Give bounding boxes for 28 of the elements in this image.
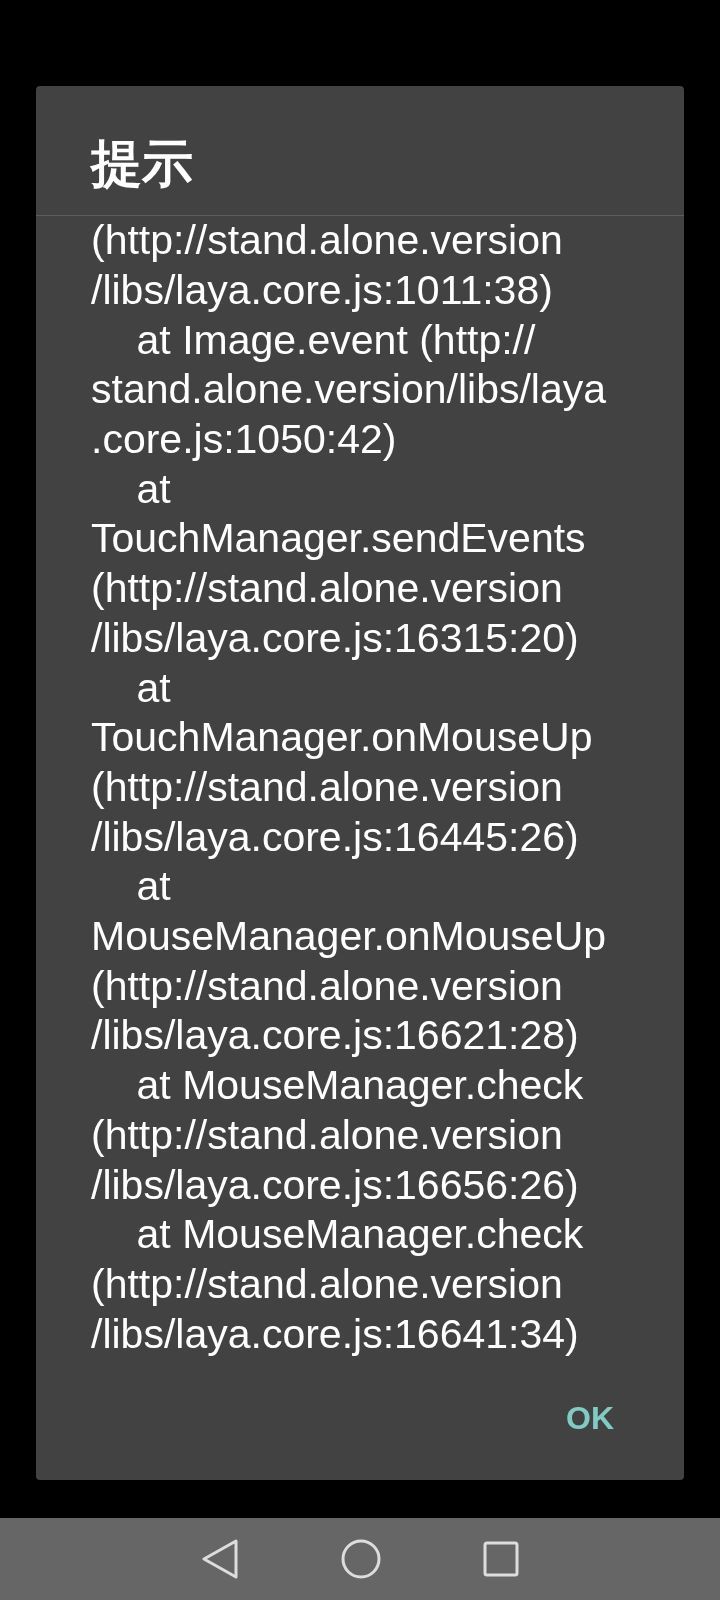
message-line: /libs/laya.core.js:16445:26) (91, 812, 579, 862)
message-line: at (135, 862, 171, 912)
home-icon[interactable] (341, 1539, 381, 1579)
message-line: (http://stand.alone.version (91, 1259, 563, 1309)
ok-button[interactable]: OK (556, 1386, 624, 1451)
message-line: TouchManager.sendEvents (91, 514, 586, 564)
message-line: (http://stand.alone.version (91, 961, 563, 1011)
message-line: at (135, 464, 171, 514)
message-line: stand.alone.version/libs/laya (91, 365, 607, 415)
message-line: /libs/laya.core.js:1011:38) (91, 265, 553, 315)
message-line: /libs/laya.core.js:16315:20) (91, 613, 579, 663)
message-line: at Image.event (http:// (135, 315, 536, 365)
message-line: at (135, 663, 171, 713)
message-line: /libs/laya.core.js:16656:26) (91, 1160, 579, 1210)
message-line: (http://stand.alone.version (91, 762, 563, 812)
dialog-title: 提示 (91, 134, 193, 194)
message-line: at MouseManager.check (135, 1061, 584, 1111)
message-line: TouchManager.onMouseUp (91, 713, 593, 763)
back-icon[interactable] (201, 1539, 239, 1579)
message-line: (http://stand.alone.version (91, 564, 563, 614)
message-line: (http://stand.alone.version (91, 216, 563, 266)
recents-icon[interactable] (483, 1541, 519, 1577)
message-line: .core.js:1050:42) (91, 415, 397, 464)
message-line: /libs/laya.core.js:16641:34) (91, 1309, 579, 1359)
message-line: MouseManager.onMouseUp (91, 912, 607, 962)
message-line: at MouseManager.check (135, 1210, 584, 1260)
message-line: (http://stand.alone.version (91, 1110, 563, 1160)
message-line: /libs/laya.core.js:16621:28) (91, 1011, 579, 1061)
